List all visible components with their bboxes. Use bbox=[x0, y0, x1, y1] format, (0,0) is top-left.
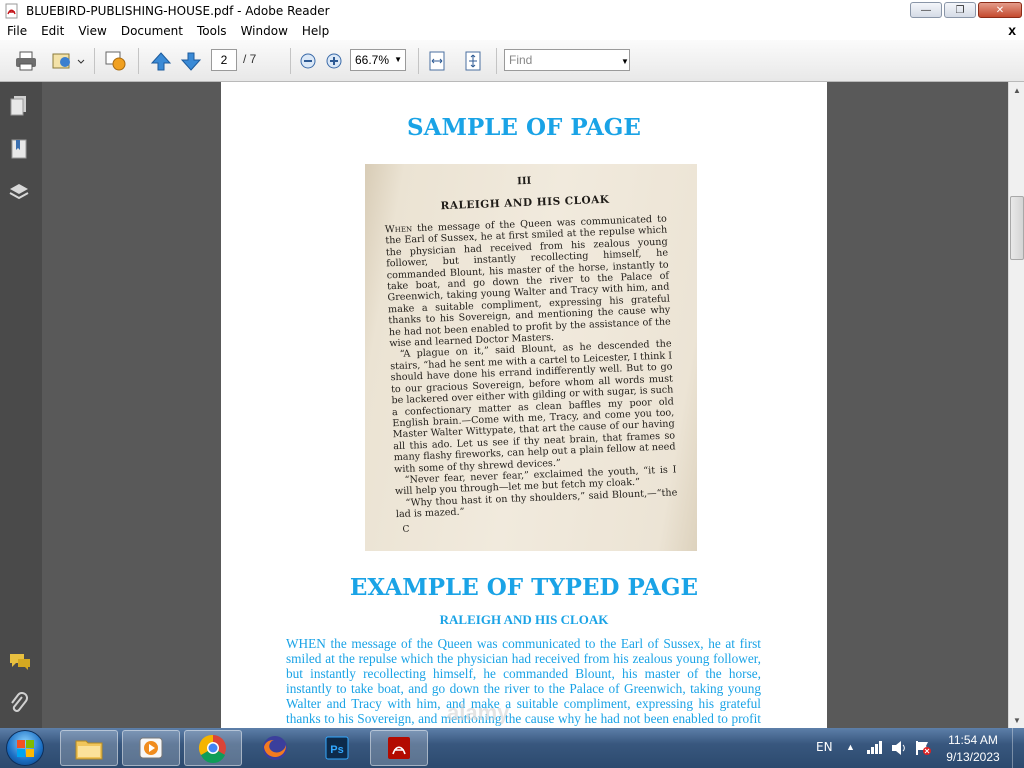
media-player-icon bbox=[139, 737, 163, 759]
scan-paragraph: When the message of the Queen was commun… bbox=[385, 214, 672, 350]
scan-paragraph-text: the message of the Queen was communicate… bbox=[385, 213, 671, 350]
title-bar: BLUEBIRD-PUBLISHING-HOUSE.pdf - Adobe Re… bbox=[0, 0, 1024, 22]
layers-icon[interactable] bbox=[8, 180, 30, 204]
scan-chapter-title: RALEIGH AND HIS CLOAK bbox=[440, 193, 610, 213]
menu-view[interactable]: View bbox=[71, 24, 113, 38]
clock-time[interactable]: 11:54 AM bbox=[940, 733, 1006, 747]
minimize-button[interactable]: — bbox=[910, 2, 942, 18]
menu-tools[interactable]: Tools bbox=[190, 24, 234, 38]
chevron-down-icon: ▼ bbox=[394, 55, 402, 64]
acrobat-pdf-icon bbox=[4, 3, 20, 19]
scan-body: When the message of the Queen was commun… bbox=[385, 214, 678, 521]
show-hidden-icons-icon[interactable]: ▲ bbox=[846, 742, 855, 752]
show-desktop-button[interactable] bbox=[1012, 728, 1024, 768]
toolbar: 2 / 7 66.7% ▼ Find ▼ bbox=[0, 40, 1024, 82]
chrome-icon bbox=[198, 734, 226, 763]
menu-document[interactable]: Document bbox=[114, 24, 190, 38]
network-icon[interactable] bbox=[866, 740, 884, 757]
next-page-icon[interactable] bbox=[178, 50, 204, 72]
taskbar-firefox[interactable] bbox=[246, 730, 304, 766]
print-icon[interactable] bbox=[12, 50, 40, 72]
clock-date[interactable]: 9/13/2023 bbox=[940, 750, 1006, 764]
watermark: alamy bbox=[447, 700, 510, 725]
fit-page-icon[interactable] bbox=[462, 50, 484, 72]
zoom-out-icon[interactable] bbox=[298, 50, 318, 72]
typed-subtitle: RALEIGH AND HIS CLOAK bbox=[439, 612, 609, 627]
folder-icon bbox=[75, 740, 103, 760]
previous-page-icon[interactable] bbox=[148, 50, 174, 72]
menu-file[interactable]: File bbox=[0, 24, 34, 38]
taskbar-explorer[interactable] bbox=[60, 730, 118, 766]
photoshop-icon: Ps bbox=[325, 736, 349, 760]
scan-lead-word: When bbox=[384, 223, 413, 236]
volume-icon[interactable] bbox=[890, 740, 908, 759]
bookmarks-icon[interactable] bbox=[8, 138, 30, 162]
taskbar: Ps EN ▲ 11:54 AM 9/13/2023 bbox=[0, 728, 1024, 768]
find-dropdown-icon[interactable]: ▼ bbox=[618, 50, 632, 72]
menu-edit[interactable]: Edit bbox=[34, 24, 71, 38]
find-placeholder: Find bbox=[509, 53, 533, 67]
start-button[interactable] bbox=[6, 730, 44, 766]
menu-window[interactable]: Window bbox=[234, 24, 295, 38]
window-title: BLUEBIRD-PUBLISHING-HOUSE.pdf - Adobe Re… bbox=[26, 4, 330, 18]
attachments-icon[interactable] bbox=[8, 692, 30, 716]
restore-button[interactable]: ❐ bbox=[944, 2, 976, 18]
typed-body: WHEN the message of the Queen was commun… bbox=[286, 636, 761, 728]
pages-icon[interactable] bbox=[8, 94, 30, 118]
close-document-button[interactable]: x bbox=[1008, 22, 1016, 38]
zoom-level-select[interactable]: 66.7% ▼ bbox=[350, 49, 406, 71]
pdf-page: SAMPLE OF PAGE III RALEIGH AND HIS CLOAK… bbox=[221, 82, 827, 728]
scan-paragraph: “A plague on it,” said Blount, as he des… bbox=[390, 338, 676, 475]
close-button[interactable]: ✕ bbox=[978, 2, 1022, 18]
scanned-page-image: III RALEIGH AND HIS CLOAK When the messa… bbox=[365, 164, 697, 551]
page-number-input[interactable]: 2 bbox=[211, 49, 237, 71]
vertical-scrollbar[interactable]: ▲ ▼ bbox=[1008, 82, 1024, 728]
taskbar-media-player[interactable] bbox=[122, 730, 180, 766]
taskbar-photoshop[interactable]: Ps bbox=[308, 730, 366, 766]
navigation-pane bbox=[0, 82, 42, 728]
menu-help[interactable]: Help bbox=[295, 24, 336, 38]
scroll-down-icon[interactable]: ▼ bbox=[1009, 712, 1024, 728]
svg-text:Ps: Ps bbox=[330, 744, 343, 756]
language-indicator[interactable]: EN bbox=[816, 740, 833, 754]
share-icon[interactable] bbox=[50, 50, 86, 72]
action-center-flag-icon[interactable] bbox=[914, 740, 932, 759]
sample-heading: SAMPLE OF PAGE bbox=[407, 114, 641, 141]
scroll-up-icon[interactable]: ▲ bbox=[1009, 82, 1024, 98]
fit-width-icon[interactable] bbox=[426, 50, 448, 72]
taskbar-chrome[interactable] bbox=[184, 730, 242, 766]
scan-chapter-number: III bbox=[516, 175, 532, 188]
zoom-level-value: 66.7% bbox=[355, 53, 390, 67]
document-viewer[interactable]: SAMPLE OF PAGE III RALEIGH AND HIS CLOAK… bbox=[42, 82, 1008, 728]
collaborate-icon[interactable] bbox=[102, 50, 130, 72]
page-total-label: / 7 bbox=[243, 52, 257, 66]
firefox-icon bbox=[263, 736, 287, 760]
comments-icon[interactable] bbox=[8, 652, 30, 676]
taskbar-adobe-reader[interactable] bbox=[370, 730, 428, 766]
menu-bar: File Edit View Document Tools Window Hel… bbox=[0, 22, 1024, 40]
zoom-in-icon[interactable] bbox=[324, 50, 344, 72]
scrollbar-thumb[interactable] bbox=[1010, 196, 1024, 260]
typed-heading: EXAMPLE OF TYPED PAGE bbox=[349, 574, 699, 601]
adobe-reader-icon bbox=[388, 737, 410, 759]
find-input[interactable]: Find bbox=[504, 49, 630, 71]
